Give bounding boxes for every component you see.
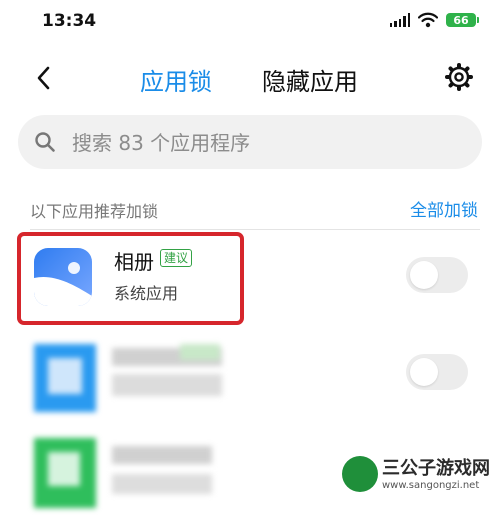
lock-toggle[interactable] [406, 354, 468, 390]
lock-all-button[interactable]: 全部加锁 [410, 196, 478, 221]
back-button[interactable] [30, 63, 60, 93]
status-icons: 66 [389, 12, 479, 28]
chevron-left-icon [37, 66, 50, 90]
section-header: 以下应用推荐加锁 全部加锁 [30, 196, 480, 222]
watermark-logo-icon [342, 456, 378, 492]
app-row-blurred[interactable] [0, 334, 500, 434]
watermark-title: 三公子游戏网 [382, 458, 490, 479]
app-subtitle: 系统应用 [114, 284, 179, 303]
search-bar[interactable] [18, 115, 482, 169]
signal-icon [389, 13, 410, 27]
status-time: 13:34 [42, 11, 97, 31]
settings-button[interactable] [444, 62, 474, 92]
search-input[interactable] [70, 125, 464, 161]
tab-app-lock[interactable]: 应用锁 [140, 62, 212, 97]
battery-level: 66 [453, 13, 469, 27]
section-title: 以下应用推荐加锁 [30, 202, 159, 221]
lock-toggle[interactable] [406, 257, 468, 293]
gear-icon [445, 63, 473, 91]
divider [30, 229, 480, 230]
gallery-icon [34, 248, 92, 306]
nav-bar: 应用锁 隐藏应用 [0, 52, 500, 104]
watermark-url: www.sangongzi.net [382, 480, 480, 491]
wifi-icon [418, 12, 438, 28]
tab-hidden-apps[interactable]: 隐藏应用 [262, 62, 358, 97]
app-row-gallery[interactable]: 相册 建议 系统应用 [0, 236, 500, 336]
app-name: 相册 [114, 250, 154, 274]
recommend-badge: 建议 [160, 249, 193, 267]
battery-icon: 66 [446, 13, 479, 27]
watermark: 三公子游戏网 www.sangongzi.net [342, 452, 492, 498]
status-bar: 13:34 66 [0, 0, 500, 44]
search-icon [35, 132, 55, 152]
